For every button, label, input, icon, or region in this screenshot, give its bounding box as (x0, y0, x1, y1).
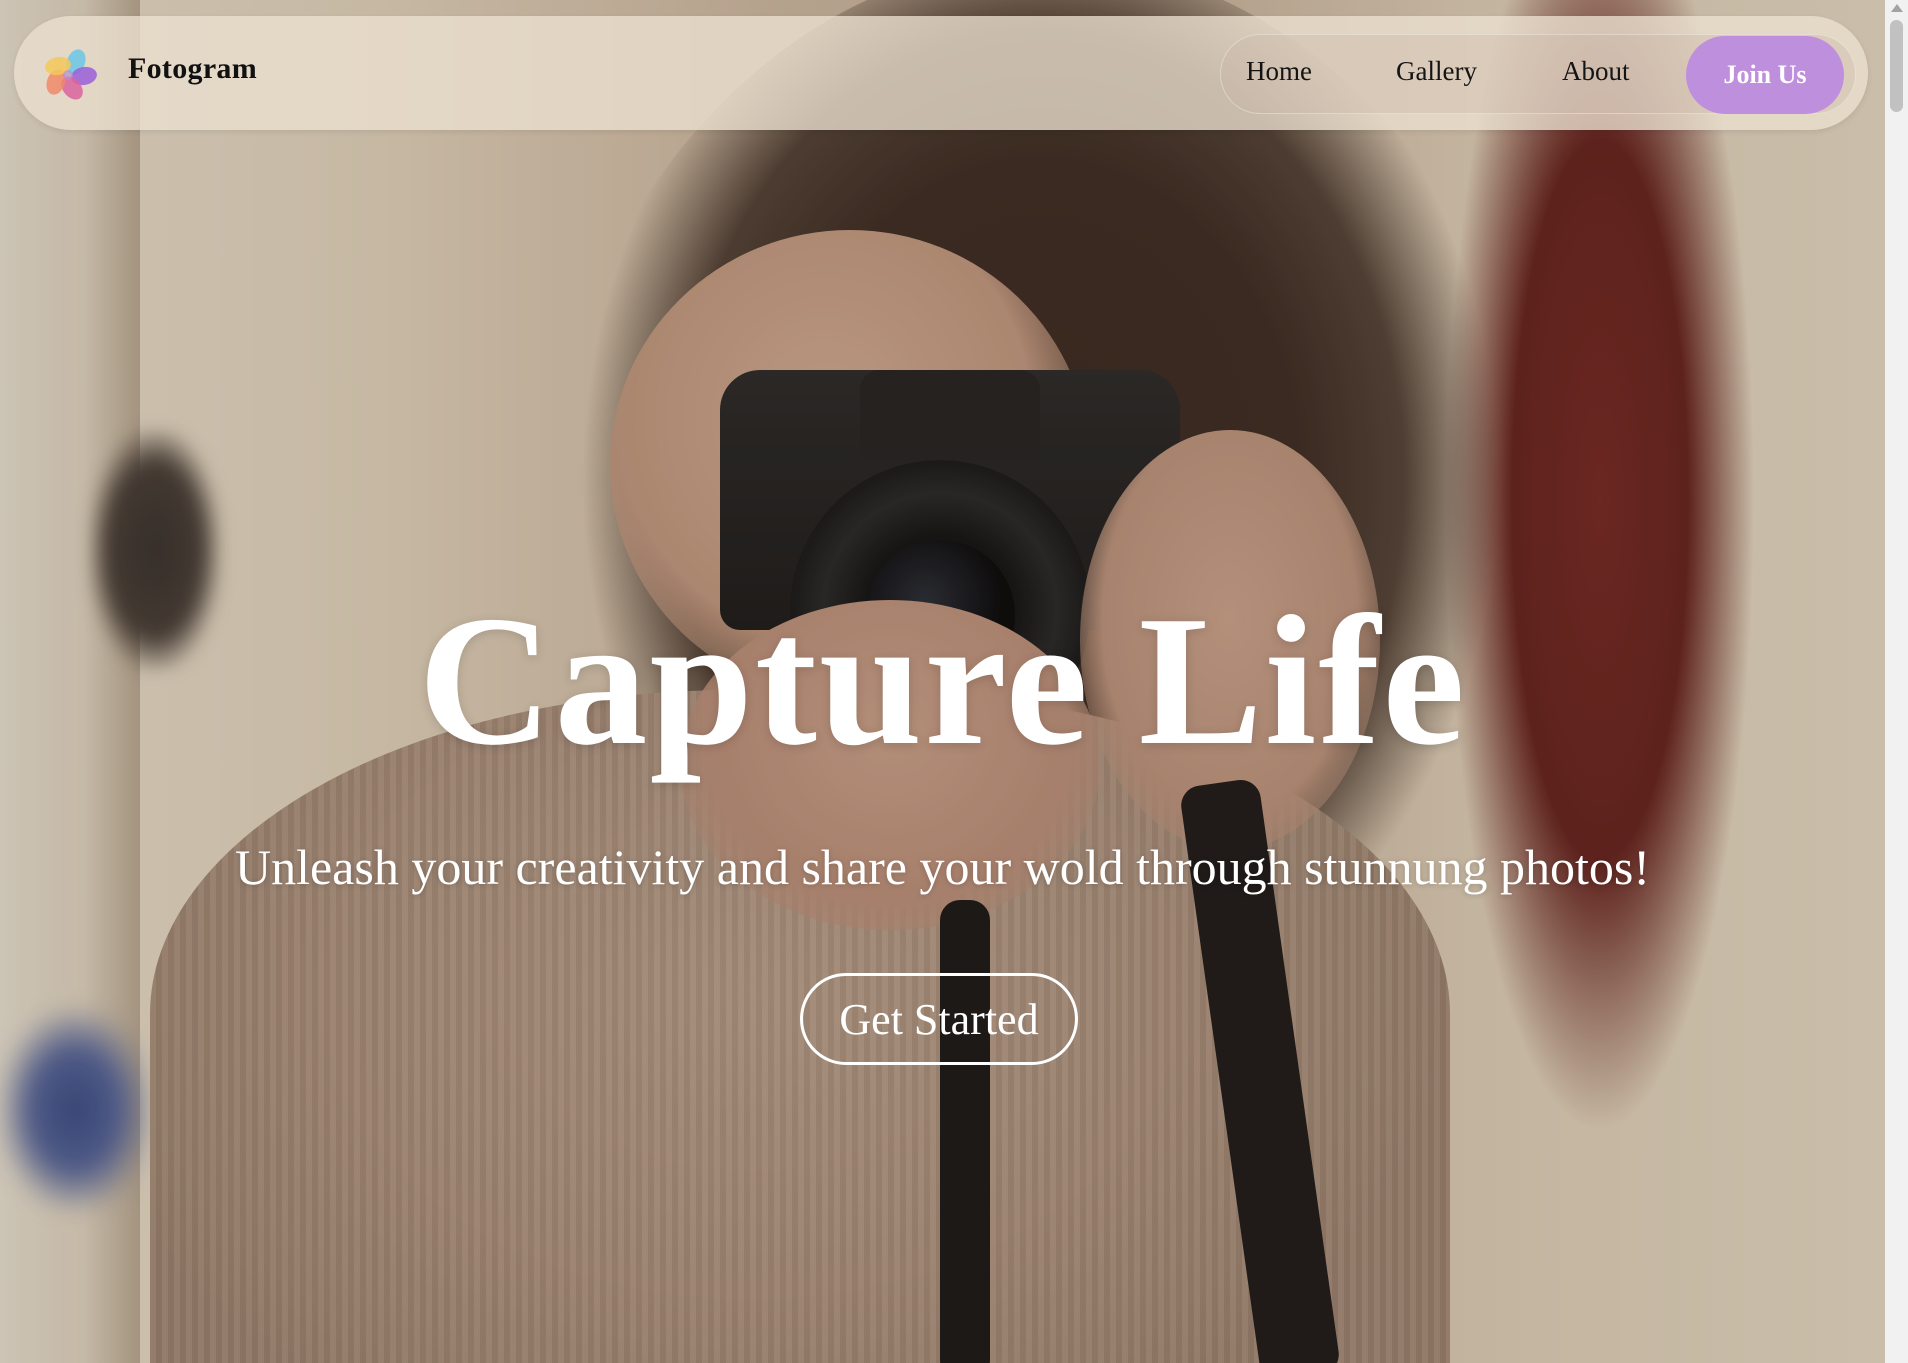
scrollbar-thumb[interactable] (1890, 20, 1903, 112)
vertical-scrollbar[interactable] (1885, 0, 1908, 1363)
hero-title: Capture Life (418, 578, 1467, 784)
hero-subtitle: Unleash your creativity and share your w… (234, 839, 1650, 895)
landing-page: Fotogram Home Gallery About Join Us Capt… (0, 0, 1908, 1363)
nav-link-gallery[interactable]: Gallery (1396, 56, 1477, 87)
nav-link-home[interactable]: Home (1246, 56, 1312, 87)
join-us-button[interactable]: Join Us (1686, 36, 1844, 114)
get-started-button[interactable]: Get Started (800, 973, 1078, 1065)
nav-link-about[interactable]: About (1562, 56, 1630, 87)
scroll-up-arrow-icon[interactable] (1891, 4, 1903, 12)
